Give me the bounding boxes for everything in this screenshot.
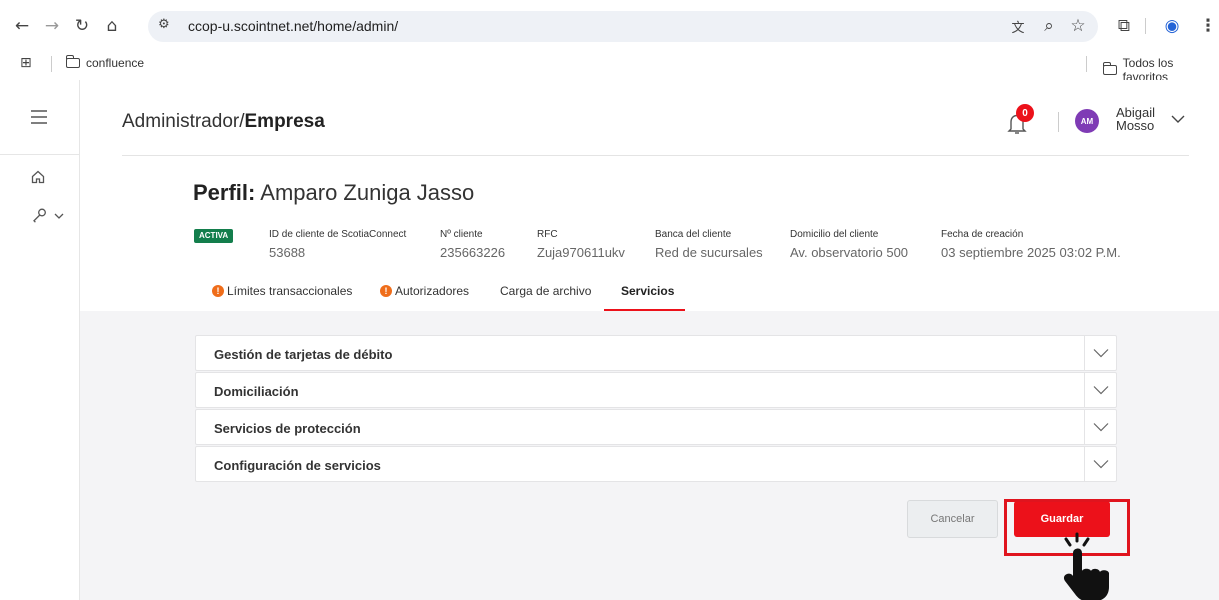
accordion-services-config[interactable]: Configuración de servicios <box>195 446 1117 482</box>
bookmark-label: confluence <box>86 56 145 70</box>
tab-label: Servicios <box>621 284 675 298</box>
accordion-title: Servicios de protección <box>214 421 361 436</box>
pointer-hand-icon <box>1063 532 1109 600</box>
info-label: Fecha de creación <box>941 229 1024 240</box>
accordion-domiciliacion[interactable]: Domiciliación <box>195 372 1117 408</box>
tab-label: Límites transaccionales <box>227 284 353 298</box>
info-value: 03 septiembre 2025 03:02 P.M. <box>941 245 1121 260</box>
forward-icon[interactable]: → <box>40 14 64 38</box>
sidebar <box>0 80 80 600</box>
profile-icon[interactable]: ◉ <box>1160 14 1184 38</box>
breadcrumb-parent[interactable]: Administrador/ <box>122 111 245 132</box>
page-title-name: Amparo Zuniga Jasso <box>260 180 475 205</box>
bookmark-star-icon[interactable]: ☆ <box>1066 14 1090 38</box>
reload-icon[interactable]: ↻ <box>70 14 94 38</box>
chevron-down-icon[interactable] <box>1084 410 1116 444</box>
sidebar-tools-item[interactable] <box>32 208 68 229</box>
info-label: Nº cliente <box>440 229 483 240</box>
accordion-title: Configuración de servicios <box>214 458 381 473</box>
info-label: RFC <box>537 229 558 240</box>
chevron-down-icon[interactable] <box>1084 336 1116 370</box>
warning-icon: ! <box>380 285 392 297</box>
page-title-label: Perfil: <box>193 180 256 205</box>
tab-autorizadores[interactable]: ! Autorizadores <box>380 284 469 311</box>
info-client-id: ID de cliente de ScotiaConnect 53688 <box>269 229 406 260</box>
accordion-title: Gestión de tarjetas de débito <box>214 347 393 362</box>
tab-limites[interactable]: ! Límites transaccionales <box>212 284 352 311</box>
user-last-name: Mosso <box>1116 118 1155 133</box>
tab-label: Autorizadores <box>395 284 470 298</box>
chevron-down-icon[interactable] <box>1084 373 1116 407</box>
info-address: Domicilio del cliente Av. observatorio 5… <box>790 229 908 260</box>
info-creation-date: Fecha de creación 03 septiembre 2025 03:… <box>941 229 1121 260</box>
address-bar[interactable]: ⚙ ccop-u.scointnet.net/home/admin/ <box>148 11 1098 42</box>
user-menu-chevron-down-icon[interactable] <box>1171 112 1185 126</box>
tab-label: Carga de archivo <box>500 284 592 298</box>
hamburger-menu-icon[interactable] <box>30 108 48 129</box>
breadcrumb-current: Empresa <box>244 111 325 132</box>
accordion-title: Domiciliación <box>214 384 299 399</box>
info-value: 235663226 <box>440 245 506 260</box>
bookmarks-divider <box>51 56 52 72</box>
info-label: Banca del cliente <box>655 229 732 240</box>
browser-toolbar: ← → ↻ ⌂ ⚙ ccop-u.scointnet.net/home/admi… <box>0 0 1219 52</box>
info-value: Av. observatorio 500 <box>790 245 909 260</box>
folder-icon <box>1102 62 1117 75</box>
url-text[interactable]: ccop-u.scointnet.net/home/admin/ <box>188 18 398 34</box>
bookmarks-divider <box>1086 56 1087 72</box>
user-name[interactable]: Abigail Mosso <box>1116 106 1156 132</box>
accordion-protection[interactable]: Servicios de protección <box>195 409 1117 445</box>
warning-icon: ! <box>212 285 224 297</box>
info-value: 53688 <box>269 245 306 260</box>
site-info-icon[interactable]: ⚙ <box>158 17 178 37</box>
info-label: Domicilio del cliente <box>790 229 879 240</box>
folder-icon <box>65 55 80 68</box>
cancel-button[interactable]: Cancelar <box>907 500 998 538</box>
info-banking: Banca del cliente Red de sucursales <box>655 229 763 260</box>
profile-summary: Perfil: Amparo Zuniga Jasso ACTIVA ID de… <box>80 156 1219 311</box>
services-panel: Gestión de tarjetas de débito Domiciliac… <box>80 311 1219 600</box>
bookmark-confluence[interactable]: confluence <box>65 55 145 70</box>
notifications-badge: 0 <box>1016 104 1034 122</box>
home-icon[interactable]: ⌂ <box>100 14 124 38</box>
sidebar-divider <box>0 154 80 155</box>
toolbar-divider <box>1145 18 1146 34</box>
tab-carga-archivo[interactable]: Carga de archivo <box>500 284 591 311</box>
status-badge: ACTIVA <box>194 229 234 243</box>
info-client-number: Nº cliente 235663226 <box>440 229 505 260</box>
chevron-down-icon[interactable] <box>1084 447 1116 481</box>
info-rfc: RFC Zuja970611ukv <box>537 229 625 260</box>
header-divider <box>1058 112 1059 132</box>
translate-icon[interactable]: 文 <box>1006 14 1030 38</box>
sidebar-home-icon[interactable] <box>31 168 45 189</box>
back-icon[interactable]: ← <box>10 14 34 38</box>
bookmarks-bar: ⊞ confluence Todos los favoritos <box>0 52 1219 84</box>
extensions-icon[interactable]: ⧉ <box>1112 14 1136 38</box>
avatar[interactable]: AM <box>1075 109 1099 133</box>
info-label: ID de cliente de ScotiaConnect <box>269 229 407 240</box>
zoom-icon[interactable]: ⌕ <box>1037 14 1061 38</box>
app-header: Administrador/Empresa 0 AM Abigail Mosso <box>80 80 1219 156</box>
info-value: Zuja970611ukv <box>537 245 625 260</box>
apps-grid-icon[interactable]: ⊞ <box>20 55 32 71</box>
menu-kebab-icon[interactable]: ⋮ <box>1196 14 1219 38</box>
accordion-debit-cards[interactable]: Gestión de tarjetas de débito <box>195 335 1117 371</box>
tab-servicios[interactable]: Servicios <box>621 284 674 311</box>
info-value: Red de sucursales <box>655 245 763 260</box>
page-title: Perfil: Amparo Zuniga Jasso <box>193 180 474 206</box>
breadcrumb: Administrador/Empresa <box>122 111 325 133</box>
